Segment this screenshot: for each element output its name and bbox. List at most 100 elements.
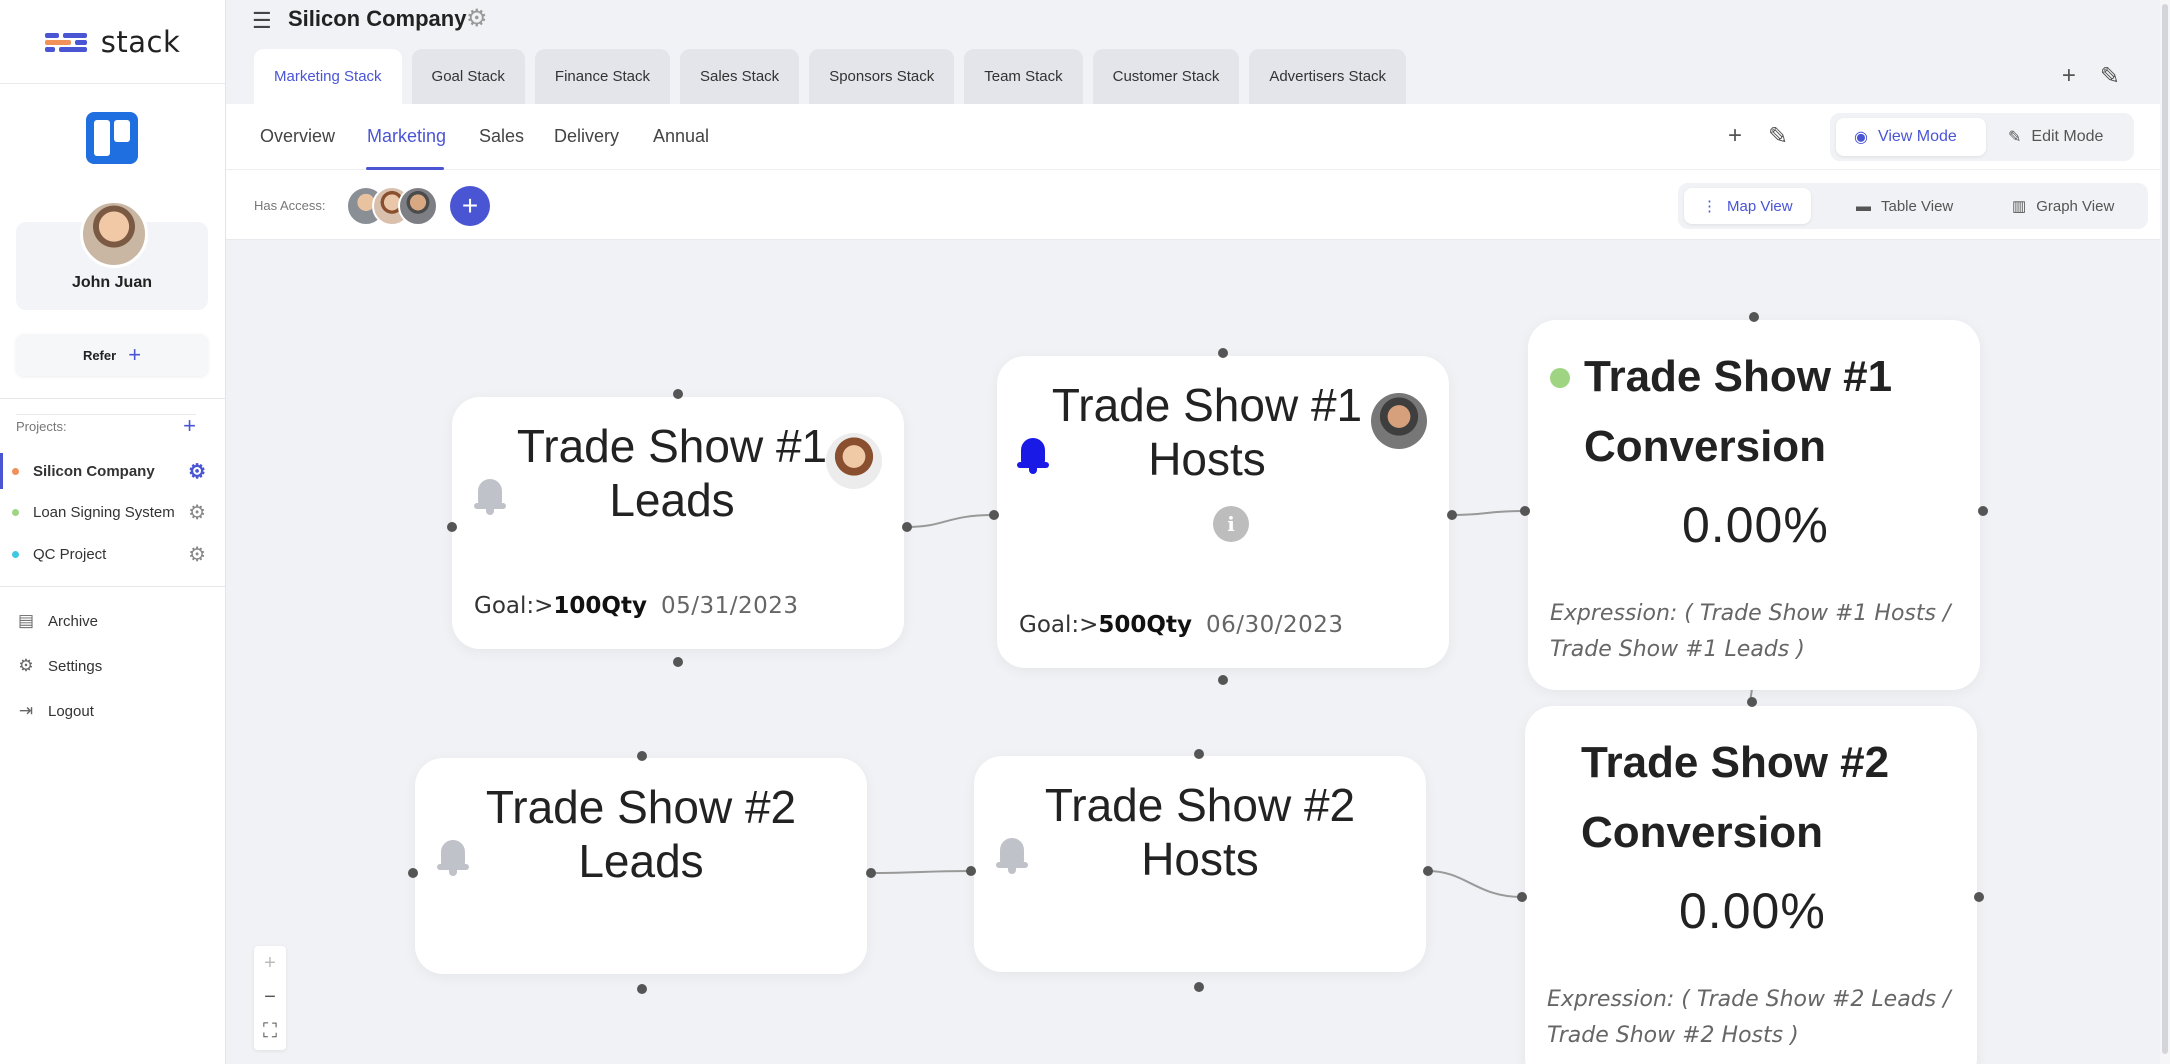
project-item-silicon-company[interactable]: Silicon Company ⚙ xyxy=(0,453,226,489)
gear-icon[interactable]: ⚙ xyxy=(466,4,488,33)
table-view-button[interactable]: ▬ Table View xyxy=(1838,188,1971,224)
node-trade-show-2-hosts[interactable]: Trade Show #2 Hosts xyxy=(974,756,1426,972)
node-trade-show-2-conversion[interactable]: Trade Show #2 Conversion 0.00% Expressio… xyxy=(1525,706,1977,1064)
graph-view-button[interactable]: ▥ Graph View xyxy=(1994,188,2132,224)
connection-handle[interactable] xyxy=(1218,348,1228,358)
tab-delivery[interactable]: Delivery xyxy=(554,126,619,147)
gear-icon[interactable]: ⚙ xyxy=(188,500,206,525)
nav-archive[interactable]: ▤ Archive xyxy=(16,611,98,631)
graph-view-icon: ▥ xyxy=(2012,198,2027,215)
avatar[interactable] xyxy=(1371,393,1427,449)
avatar[interactable] xyxy=(826,433,882,489)
nav-settings[interactable]: ⚙ Settings xyxy=(16,656,102,676)
connection-handle[interactable] xyxy=(866,868,876,878)
connection-handle[interactable] xyxy=(902,522,912,532)
add-stack-icon[interactable]: + xyxy=(2062,62,2076,91)
tab-annual[interactable]: Annual xyxy=(653,126,709,147)
connection-handle[interactable] xyxy=(1194,749,1204,759)
connection-handle[interactable] xyxy=(637,984,647,994)
scrollbar-thumb[interactable] xyxy=(2162,4,2168,1054)
connection-handle[interactable] xyxy=(1749,312,1759,322)
project-item-qc-project[interactable]: QC Project ⚙ xyxy=(0,536,226,572)
node-trade-show-1-leads[interactable]: Trade Show #1 Leads Goal:>100Qty 05/31/20… xyxy=(452,397,904,649)
add-icon[interactable]: + xyxy=(1728,122,1742,151)
connection-handle[interactable] xyxy=(1747,697,1757,707)
connection-handle[interactable] xyxy=(673,657,683,667)
node-title: Trade Show #2 Leads xyxy=(451,780,831,888)
connection-handle[interactable] xyxy=(1194,982,1204,992)
menu-collapse-icon[interactable]: ☰ xyxy=(252,8,272,34)
divider xyxy=(0,398,226,399)
add-access-button[interactable]: + xyxy=(450,186,490,226)
info-icon[interactable]: i xyxy=(1213,506,1249,542)
projects-heading: Projects: xyxy=(16,418,67,434)
connection-handle[interactable] xyxy=(408,868,418,878)
brand[interactable]: stack xyxy=(0,0,225,84)
tab-marketing[interactable]: Marketing xyxy=(367,126,446,147)
refer-button[interactable]: Refer + xyxy=(16,334,208,376)
connection-handle[interactable] xyxy=(637,751,647,761)
avatar[interactable] xyxy=(80,200,148,268)
edit-pen-icon[interactable]: ✎ xyxy=(1768,122,1788,151)
goal-value: 100Qty xyxy=(553,593,647,619)
sub-nav: Overview Marketing Sales Delivery Annual… xyxy=(226,104,2170,170)
plus-icon: + xyxy=(128,342,142,367)
archive-icon: ▤ xyxy=(17,611,35,630)
fit-view-button[interactable]: ⛶ xyxy=(254,1014,286,1048)
node-title-line: Trade Show #1 xyxy=(1584,352,1893,401)
avatar[interactable] xyxy=(398,186,438,226)
scrollbar[interactable] xyxy=(2160,0,2170,1064)
edit-pen-icon: ✎ xyxy=(2008,129,2022,146)
connection-handle[interactable] xyxy=(1974,892,1984,902)
node-title-line: Conversion xyxy=(1584,422,1827,471)
tab-sales[interactable]: Sales xyxy=(479,126,524,147)
edit-pen-icon[interactable]: ✎ xyxy=(2100,62,2120,91)
tab-finance-stack[interactable]: Finance Stack xyxy=(534,49,670,104)
connection-handle[interactable] xyxy=(1517,892,1527,902)
tab-advertisers-stack[interactable]: Advertisers Stack xyxy=(1249,49,1407,104)
add-project-button[interactable]: + xyxy=(183,415,196,437)
connection-handle[interactable] xyxy=(1520,506,1530,516)
node-trade-show-2-leads[interactable]: Trade Show #2 Leads xyxy=(415,758,867,974)
table-view-label: Table View xyxy=(1881,197,1954,215)
gear-icon[interactable]: ⚙ xyxy=(188,459,206,484)
tab-team-stack[interactable]: Team Stack xyxy=(964,49,1083,104)
connection-handle[interactable] xyxy=(447,522,457,532)
tab-sponsors-stack[interactable]: Sponsors Stack xyxy=(809,49,955,104)
subnav-actions: + ✎ xyxy=(1728,122,1788,151)
tab-goal-stack[interactable]: Goal Stack xyxy=(411,49,525,104)
bell-icon[interactable] xyxy=(1017,438,1049,474)
map-canvas[interactable]: Trade Show #1 Leads Goal:>100Qty 05/31/20… xyxy=(226,240,2170,1064)
refer-label: Refer xyxy=(82,347,117,363)
node-title-line: Leads xyxy=(609,474,735,526)
nav-logout[interactable]: ⇥ Logout xyxy=(16,701,94,721)
connection-handle[interactable] xyxy=(1218,675,1228,685)
connection-handle[interactable] xyxy=(966,866,976,876)
board-icon[interactable] xyxy=(86,112,138,164)
map-view-icon: ⋮ xyxy=(1702,198,1717,215)
node-trade-show-1-conversion[interactable]: Trade Show #1 Conversion 0.00% Expressio… xyxy=(1528,320,1980,690)
connection-handle[interactable] xyxy=(673,389,683,399)
tab-marketing-stack[interactable]: Marketing Stack xyxy=(254,49,402,104)
map-view-button[interactable]: ⋮ Map View xyxy=(1684,188,1811,224)
project-item-loan-signing-system[interactable]: Loan Signing System ⚙ xyxy=(0,494,226,530)
connection-handle[interactable] xyxy=(1978,506,1988,516)
tab-sales-stack[interactable]: Sales Stack xyxy=(679,49,800,104)
stack-logo-icon xyxy=(44,31,87,53)
edit-mode-button[interactable]: ✎ Edit Mode xyxy=(1990,118,2130,156)
zoom-out-button[interactable]: − xyxy=(254,980,286,1014)
zoom-in-button[interactable]: + xyxy=(254,946,286,980)
gear-icon[interactable]: ⚙ xyxy=(188,542,206,567)
tab-overview[interactable]: Overview xyxy=(260,126,335,147)
edit-mode-label: Edit Mode xyxy=(2031,128,2104,145)
connection-handle[interactable] xyxy=(1447,510,1457,520)
node-trade-show-1-hosts[interactable]: Trade Show #1 Hosts i Goal:>500Qty 06/30/… xyxy=(997,356,1449,668)
node-title: Trade Show #2 Hosts xyxy=(1010,778,1390,886)
tab-customer-stack[interactable]: Customer Stack xyxy=(1092,49,1240,104)
edge xyxy=(1451,510,1526,516)
connection-handle[interactable] xyxy=(989,510,999,520)
profile-name: John Juan xyxy=(71,274,152,291)
divider xyxy=(0,586,226,587)
view-mode-button[interactable]: ◉ View Mode xyxy=(1836,118,1986,156)
connection-handle[interactable] xyxy=(1423,866,1433,876)
